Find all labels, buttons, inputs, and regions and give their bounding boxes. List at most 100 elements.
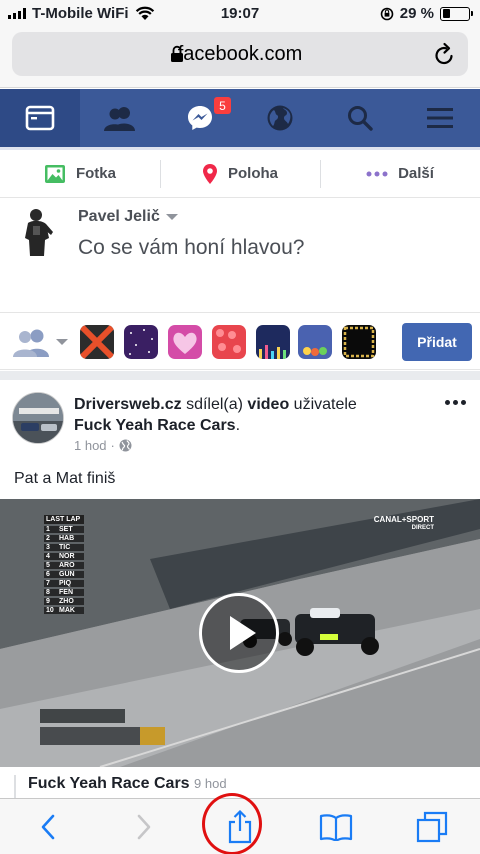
friends-audience-icon xyxy=(13,329,49,357)
leaderboard-row: 4 NOR xyxy=(44,553,84,560)
photo-icon xyxy=(44,164,65,183)
post-timestamp[interactable]: 1 hod xyxy=(74,438,107,453)
frame-option-x[interactable] xyxy=(80,325,114,359)
status-bar: T-Mobile WiFi 19:07 29 % xyxy=(0,0,480,28)
location-action[interactable]: Poloha xyxy=(160,150,320,197)
post-author-link[interactable]: Driversweb.cz xyxy=(74,396,182,413)
tab-search[interactable] xyxy=(320,89,400,147)
leaderboard-row: 3 TIC xyxy=(44,544,84,551)
frame-emoji-thumbnail xyxy=(303,347,327,356)
tab-menu[interactable] xyxy=(400,89,480,147)
shared-author-link[interactable]: Fuck Yeah Race Cars xyxy=(28,775,190,792)
frame-option-gold[interactable] xyxy=(342,325,376,359)
news-feed-icon xyxy=(25,105,55,131)
audience-selector[interactable] xyxy=(12,327,68,357)
frame-hearts-thumbnail xyxy=(216,329,241,353)
tab-news-feed[interactable] xyxy=(0,89,80,147)
bookmarks-button[interactable] xyxy=(288,799,384,854)
reload-icon[interactable] xyxy=(434,42,456,66)
leaderboard-row: 10 MAK xyxy=(44,607,84,614)
forward-chevron-icon xyxy=(137,814,151,839)
leaderboard-driver-code: NOR xyxy=(59,553,75,560)
shared-timestamp[interactable]: 9 hod xyxy=(194,776,227,791)
frame-stars-thumbnail xyxy=(129,329,153,355)
friends-icon xyxy=(104,107,135,131)
leaderboard-driver-code: MAK xyxy=(59,607,75,614)
frame-gold-thumbnail xyxy=(343,326,375,358)
post-text: Pat a Mat finiš xyxy=(14,470,116,487)
frame-option-emoji[interactable] xyxy=(298,325,332,359)
caret-down-icon xyxy=(165,214,178,220)
tabs-button[interactable] xyxy=(384,799,480,854)
user-name: Pavel Jelič xyxy=(78,208,160,225)
feed-gap xyxy=(0,371,480,380)
leaderboard-driver-code: PIQ xyxy=(59,580,72,587)
leaderboard-row: 6 GUN xyxy=(44,571,84,578)
leaderboard-row: 9 ZHO xyxy=(44,598,84,605)
globe-privacy-icon xyxy=(119,439,132,452)
leaderboard-row: 7 PIQ xyxy=(44,580,84,587)
frame-option-heart[interactable] xyxy=(168,325,202,359)
meta-separator: · xyxy=(110,438,115,453)
battery-level-fill xyxy=(442,9,450,18)
search-icon xyxy=(348,106,373,131)
photo-action[interactable]: Fotka xyxy=(0,150,160,197)
photo-action-label: Fotka xyxy=(75,165,116,182)
leaderboard-row: 1 SET xyxy=(44,526,84,533)
forward-button[interactable] xyxy=(96,799,192,854)
frame-heart-thumbnail xyxy=(173,332,197,354)
play-icon xyxy=(230,616,256,650)
back-button[interactable] xyxy=(0,799,96,854)
leaderboard-position: 7 xyxy=(46,580,50,587)
status-input-placeholder[interactable]: Co se vám honí hlavou? xyxy=(78,236,304,260)
frame-option-hearts[interactable] xyxy=(212,325,246,359)
dot xyxy=(453,400,458,405)
frame-city-thumbnail xyxy=(259,345,286,359)
leaderboard-position: 9 xyxy=(46,598,50,605)
browser-toolbar xyxy=(0,793,480,854)
leaderboard-row: 2 HAB xyxy=(44,535,84,542)
post-composer[interactable]: Pavel Jelič Co se vám honí hlavou? xyxy=(0,198,480,308)
dot xyxy=(445,400,450,405)
composer-toolbar: Přidat xyxy=(0,312,480,370)
frame-option-stars[interactable] xyxy=(124,325,158,359)
back-chevron-icon xyxy=(41,814,55,839)
orientation-lock-icon xyxy=(380,7,394,20)
page-avatar[interactable] xyxy=(12,392,64,444)
user-avatar[interactable] xyxy=(18,206,58,258)
globe-icon xyxy=(267,105,293,131)
location-pin-icon xyxy=(202,163,217,184)
frame-option-city[interactable] xyxy=(256,325,290,359)
battery-icon xyxy=(440,6,473,21)
tab-messenger[interactable]: 5 xyxy=(160,89,240,147)
broadcaster-logo: CANAL+SPORT DIRECT xyxy=(374,515,434,533)
highlight-circle-annotation xyxy=(202,793,262,854)
leaderboard-position: 4 xyxy=(46,553,50,560)
more-action-label: Další xyxy=(398,165,434,182)
post-verb: sdílel(a) xyxy=(186,396,243,413)
page-avatar-image xyxy=(13,393,63,443)
url-text: facebook.com xyxy=(177,43,303,65)
leaderboard-overlay: LAST LAP 1 SET 2 HAB 3 TIC 4 NOR 5 ARO 6 GUN 7 PIQ 8 FE… xyxy=(44,515,84,616)
composer-actions: Fotka Poloha Další xyxy=(0,150,480,198)
leaderboard-position: 6 xyxy=(46,571,50,578)
address-bar[interactable]: facebook.com xyxy=(12,32,468,76)
post-button[interactable]: Přidat xyxy=(402,323,472,361)
play-button[interactable] xyxy=(199,593,279,673)
broadcaster-name: CANAL+SPORT xyxy=(373,515,434,524)
dot xyxy=(461,400,466,405)
tab-notifications[interactable] xyxy=(240,89,320,147)
tab-friends[interactable] xyxy=(80,89,160,147)
share-button[interactable] xyxy=(192,793,288,854)
more-action[interactable]: Další xyxy=(320,150,480,197)
post-options-button[interactable] xyxy=(445,400,466,405)
tabs-icon xyxy=(416,811,448,842)
leaderboard-driver-code: FEN xyxy=(59,589,73,596)
leaderboard-position: 10 xyxy=(46,607,54,614)
messenger-icon xyxy=(188,106,212,130)
post-object-link[interactable]: video xyxy=(247,396,289,413)
post-header: Driversweb.cz sdílel(a) video uživatele … xyxy=(74,394,414,436)
composer-user-name[interactable]: Pavel Jelič xyxy=(78,208,178,226)
video-player[interactable]: LAST LAP 1 SET 2 HAB 3 TIC 4 NOR 5 ARO 6 GUN 7 PIQ 8 FE… xyxy=(0,499,480,767)
shared-page-link[interactable]: Fuck Yeah Race Cars xyxy=(74,417,236,434)
